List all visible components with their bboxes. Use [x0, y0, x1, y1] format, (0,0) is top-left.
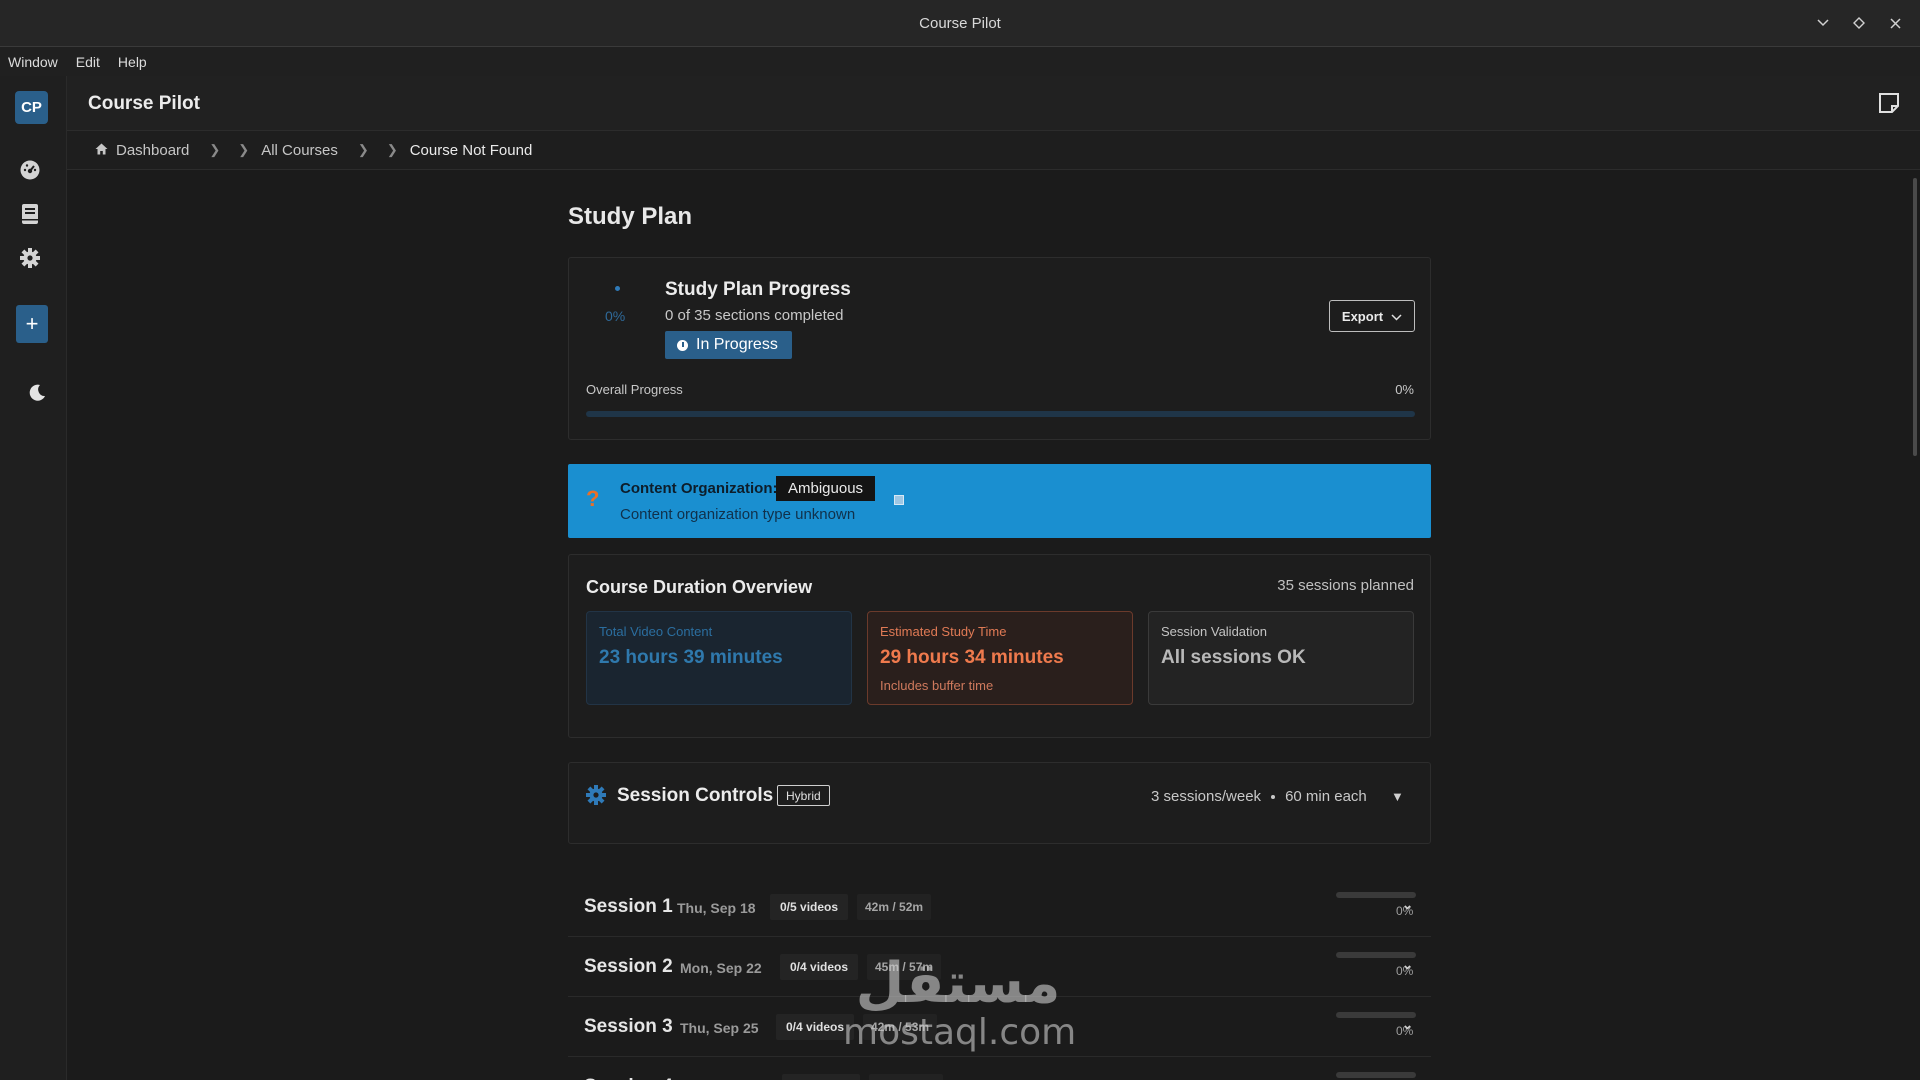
- session-videos-badge: 0/5 videos: [770, 894, 849, 920]
- add-course-button[interactable]: +: [16, 305, 48, 343]
- sidebar: CP +: [0, 76, 67, 1080]
- menu-bar: Window Edit Help: [0, 47, 1920, 76]
- scrollbar[interactable]: [1913, 178, 1917, 456]
- watermark-logo: مستقل mostaql.com: [843, 951, 1077, 1053]
- session-frequency: 3 sessions/week 60 min each: [1151, 788, 1367, 805]
- session-date: Mon, Sep 22: [680, 960, 762, 976]
- breadcrumb-all-courses[interactable]: ❯ All Courses ❯: [234, 142, 383, 159]
- stat-value: 23 hours 39 minutes: [599, 647, 783, 668]
- session-name: Session 1: [584, 896, 673, 917]
- breadcrumb-dashboard[interactable]: Dashboard ❯: [95, 142, 234, 159]
- session-name: Session 4: [584, 1076, 673, 1080]
- minimize-icon[interactable]: [1812, 10, 1834, 36]
- mode-badge: Hybrid: [777, 785, 830, 806]
- session-duration-badge: 42m / 52m: [857, 894, 932, 920]
- chevron-down-icon[interactable]: ⌄: [1402, 897, 1413, 913]
- watermark-latin: mostaql.com: [843, 1012, 1077, 1053]
- app-header: Course Pilot: [67, 76, 1920, 131]
- breadcrumb-current: ❯ Course Not Found: [383, 142, 532, 159]
- chevron-down-icon: [1391, 309, 1402, 324]
- expand-toggle-icon[interactable]: ▼: [1391, 789, 1404, 804]
- sessions-per-week: 3 sessions/week: [1151, 788, 1262, 805]
- breadcrumb-label: All Courses: [261, 141, 338, 159]
- session-row[interactable]: Session 4Mon, Sep 290/3 videos38m / 48m0…: [568, 1057, 1431, 1080]
- export-label: Export: [1341, 308, 1384, 324]
- chevron-right-icon: ❯: [357, 142, 369, 157]
- app-logo[interactable]: CP: [15, 91, 48, 124]
- maximize-icon[interactable]: [1848, 10, 1870, 36]
- close-icon[interactable]: [1884, 10, 1906, 36]
- study-plan-progress-card: 0% Study Plan Progress 0 of 35 sections …: [568, 257, 1431, 440]
- banner-description: Content organization type unknown: [620, 506, 856, 523]
- stat-value: 29 hours 34 minutes: [880, 647, 1064, 668]
- home-icon: [95, 142, 108, 159]
- status-badge: In Progress: [665, 331, 792, 359]
- export-button[interactable]: Export: [1329, 300, 1415, 332]
- gear-icon: [585, 784, 607, 811]
- breadcrumb-label: Course Not Found: [409, 141, 533, 159]
- add-icon: +: [25, 311, 39, 336]
- progress-title: Study Plan Progress: [665, 279, 851, 300]
- stat-label: Estimated Study Time: [880, 624, 1007, 639]
- session-date: Thu, Sep 18: [677, 900, 756, 916]
- session-duration-badge: 38m / 48m: [869, 1074, 944, 1080]
- breadcrumb: Dashboard ❯ ❯ All Courses ❯ ❯ Course Not…: [67, 131, 1920, 170]
- title-bar: Course Pilot: [0, 0, 1920, 47]
- total-video-stat: Total Video Content 23 hours 39 minutes: [586, 611, 852, 705]
- dark-mode-icon[interactable]: [24, 380, 50, 406]
- menu-window[interactable]: Window: [8, 54, 58, 70]
- courses-icon[interactable]: [17, 201, 43, 227]
- stat-label: Total Video Content: [599, 624, 713, 639]
- watermark-arabic: مستقل: [855, 951, 1061, 1016]
- chevron-right-icon: ❯: [238, 142, 250, 157]
- estimated-study-stat: Estimated Study Time 29 hours 34 minutes…: [867, 611, 1133, 705]
- page-title: Study Plan: [568, 203, 693, 230]
- bullet-icon: [1271, 794, 1276, 799]
- stat-note: Includes buffer time: [880, 678, 994, 693]
- session-date: Thu, Sep 25: [680, 1020, 759, 1036]
- dashboard-icon[interactable]: [17, 157, 43, 183]
- organization-tag: Ambiguous: [776, 476, 876, 501]
- session-name: Session 2: [584, 956, 673, 977]
- menu-help[interactable]: Help: [118, 54, 147, 70]
- session-length: 60 min each: [1285, 788, 1367, 805]
- status-label: In Progress: [696, 336, 778, 353]
- chevron-down-icon[interactable]: ⌄: [1402, 957, 1413, 973]
- overall-progress-label: Overall Progress: [586, 382, 683, 397]
- chevron-down-icon[interactable]: ⌄: [1402, 1017, 1413, 1033]
- overall-progress-bar: [586, 411, 1415, 417]
- session-controls-title: Session Controls: [617, 785, 774, 806]
- banner-label: Content Organization:: [620, 480, 778, 497]
- question-icon: ?: [586, 486, 600, 511]
- sessions-planned: 35 sessions planned: [1277, 577, 1414, 594]
- window-controls: [1812, 10, 1906, 36]
- clock-icon: [677, 339, 688, 351]
- window-title: Course Pilot: [919, 15, 1001, 32]
- session-controls-card[interactable]: Session Controls Hybrid 3 sessions/week …: [568, 762, 1431, 844]
- session-name: Session 3: [584, 1016, 673, 1037]
- breadcrumb-label: Dashboard: [116, 141, 190, 159]
- course-duration-card: Course Duration Overview 35 sessions pla…: [568, 554, 1431, 738]
- duration-title: Course Duration Overview: [586, 577, 813, 597]
- info-icon[interactable]: [894, 495, 904, 505]
- session-row[interactable]: Session 1 Thu, Sep 18 0/5 videos 42m / 52m 0…: [568, 877, 1431, 937]
- session-videos-badge: 0/3 videos: [782, 1074, 861, 1080]
- progress-ring: [615, 286, 620, 291]
- stat-value: All sessions OK: [1161, 647, 1306, 668]
- progress-subtitle: 0 of 35 sections completed: [665, 307, 844, 324]
- content-organization-banner: ? Content Organization: Ambiguous Conten…: [568, 464, 1431, 538]
- chevron-right-icon: ❯: [209, 142, 221, 157]
- overall-progress-percent: 0%: [1395, 382, 1414, 397]
- menu-edit[interactable]: Edit: [76, 54, 100, 70]
- header-title: Course Pilot: [88, 93, 200, 114]
- settings-icon[interactable]: [17, 245, 43, 271]
- session-validation-stat: Session Validation All sessions OK: [1148, 611, 1414, 705]
- stat-label: Session Validation: [1161, 624, 1267, 639]
- notes-icon[interactable]: [1878, 92, 1900, 119]
- progress-ring-percent: 0%: [605, 308, 626, 324]
- chevron-right-icon: ❯: [386, 142, 398, 157]
